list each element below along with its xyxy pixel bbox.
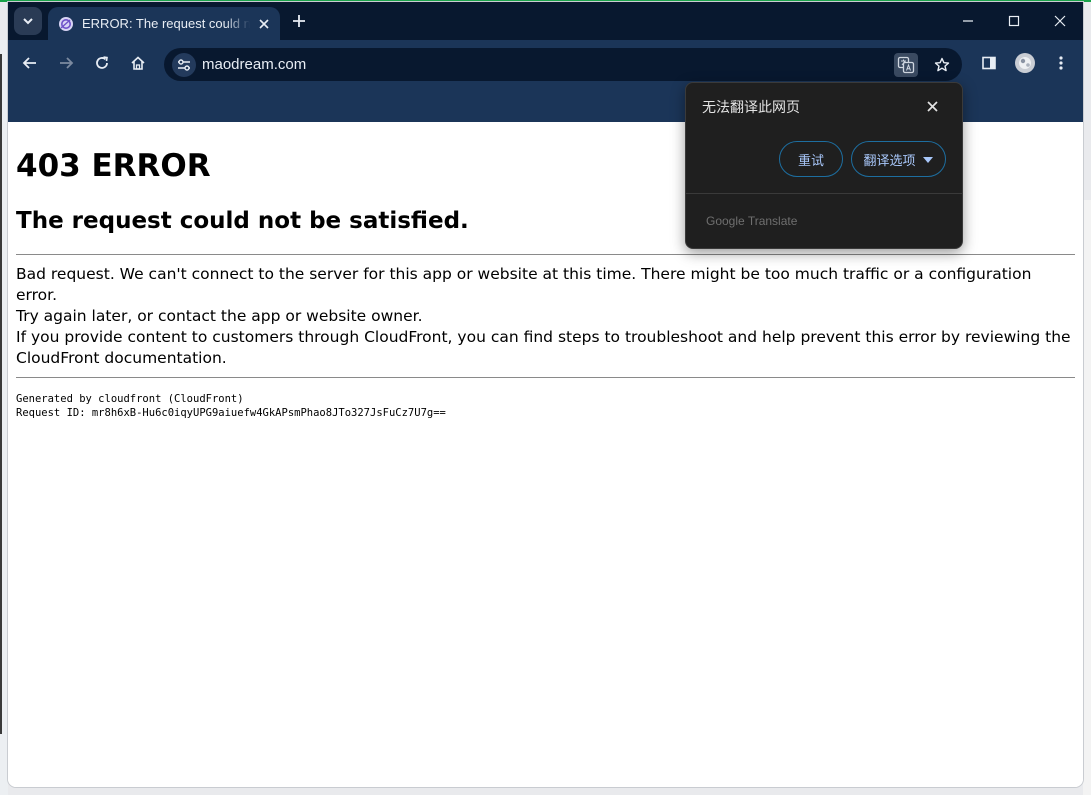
request-id: Request ID: mr8h6xB-Hu6c0iqyUPG9aiuefw4G… [16, 407, 446, 419]
tab-close-button[interactable] [256, 16, 272, 32]
close-window-button[interactable] [1037, 8, 1083, 34]
title-bar: ERROR: The request could not be satisfie… [8, 2, 1083, 40]
maximize-button[interactable] [991, 8, 1037, 34]
tab-title: ERROR: The request could not be satisfie… [82, 16, 250, 31]
body-line: Bad request. We can't connect to the ser… [16, 265, 1032, 304]
popup-title: 无法翻译此网页 [702, 100, 800, 116]
profile-button[interactable] [1013, 51, 1037, 75]
address-bar[interactable]: maodream.com [164, 48, 962, 81]
bookmark-button[interactable] [930, 53, 954, 77]
arrow-left-icon [22, 57, 36, 69]
popup-close-button[interactable] [922, 96, 942, 116]
chevron-down-icon [23, 18, 33, 25]
home-button[interactable] [126, 51, 150, 75]
tab-search-button[interactable] [14, 7, 42, 35]
retry-button[interactable]: 重试 [779, 141, 843, 177]
close-icon [1054, 15, 1066, 27]
divider [16, 377, 1075, 378]
back-button[interactable] [18, 51, 42, 75]
translate-icon [897, 56, 915, 74]
url-text: maodream.com [202, 56, 307, 73]
forward-button[interactable] [54, 51, 78, 75]
close-icon [259, 18, 269, 29]
desktop-background-left [0, 40, 8, 795]
tune-icon [178, 59, 190, 71]
body-line: If you provide content to customers thro… [16, 328, 1071, 346]
body-line: Try again later, or contact the app or w… [16, 307, 423, 325]
tab-active[interactable]: ERROR: The request could not be satisfie… [48, 7, 280, 40]
translate-options-button[interactable]: 翻译选项 [851, 141, 946, 177]
kebab-menu-icon [1059, 56, 1063, 70]
plus-icon [293, 15, 305, 27]
translate-popup: 无法翻译此网页 重试 翻译选项 Google Translate [685, 82, 963, 249]
site-info-button[interactable] [172, 53, 196, 77]
browser-toolbar: maodream.com [8, 40, 1083, 86]
arrow-right-icon [60, 57, 74, 69]
close-icon [926, 100, 938, 112]
reload-icon [96, 56, 108, 69]
desktop-background-right [1083, 200, 1091, 795]
reload-button[interactable] [90, 51, 114, 75]
body-line: CloudFront documentation. [16, 349, 227, 367]
translate-options-label: 翻译选项 [863, 152, 916, 168]
minimize-icon [963, 20, 973, 22]
google-translate-logo: Google Translate [706, 214, 798, 228]
menu-button[interactable] [1049, 51, 1073, 75]
side-panel-button[interactable] [977, 51, 1001, 75]
side-panel-icon [982, 56, 996, 70]
home-icon [131, 56, 145, 70]
maximize-icon [1008, 15, 1020, 27]
translate-button[interactable] [894, 53, 918, 77]
minimize-button[interactable] [945, 8, 991, 34]
caret-down-icon [923, 157, 933, 163]
popup-divider [686, 193, 962, 194]
star-icon [934, 57, 950, 72]
generated-by: Generated by cloudfront (CloudFront) [16, 393, 244, 405]
globe-icon [59, 16, 73, 31]
divider [16, 254, 1075, 255]
new-tab-button[interactable] [290, 12, 308, 30]
avatar-icon [1015, 53, 1035, 73]
